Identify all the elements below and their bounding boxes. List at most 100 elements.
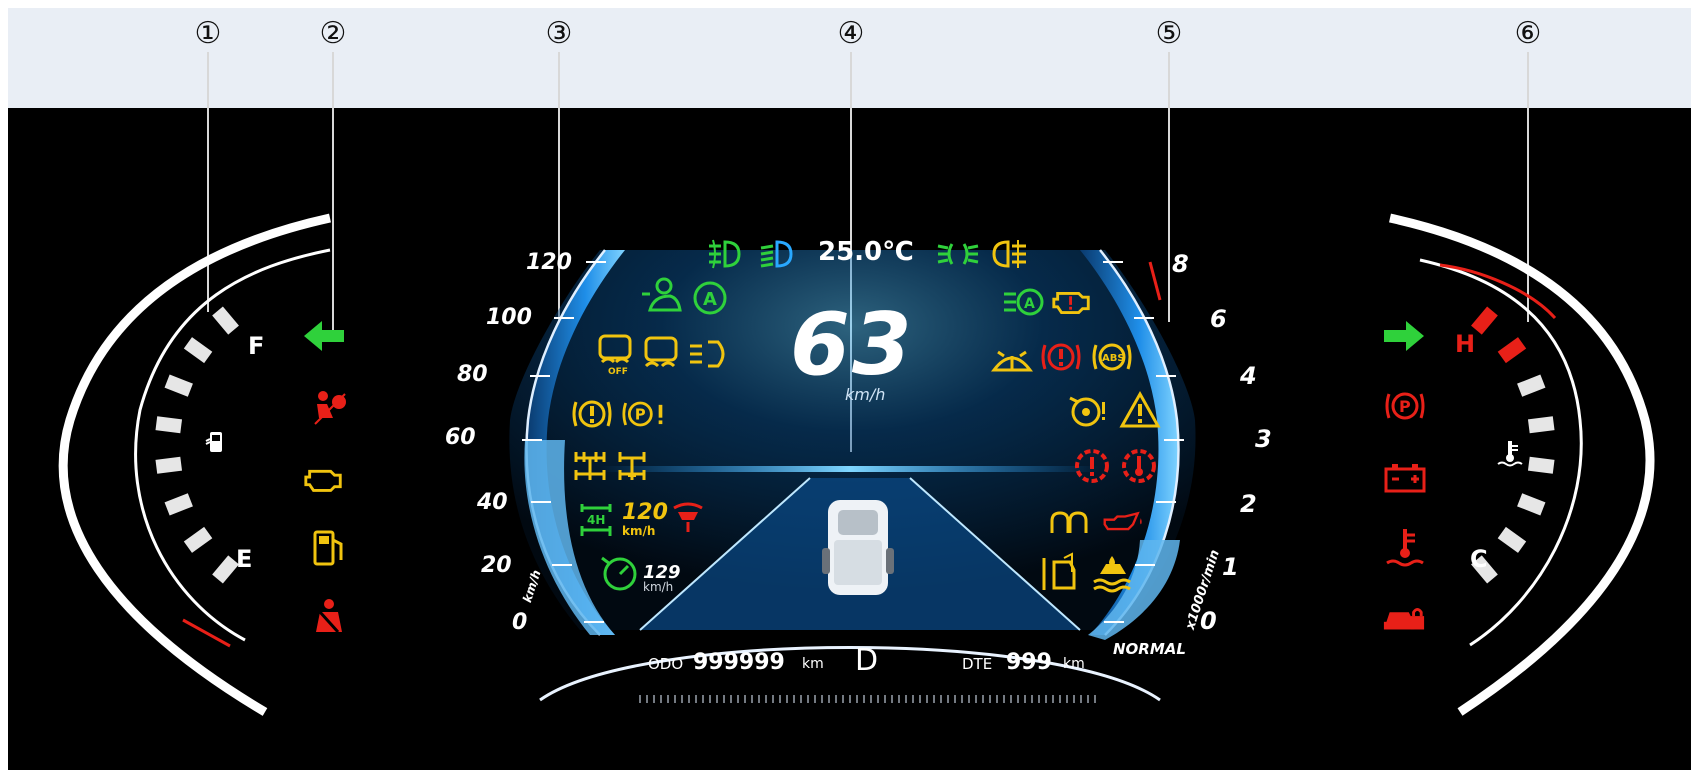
airbag-icon xyxy=(307,386,351,430)
driver-monitor-icon xyxy=(640,272,684,316)
tach-tick-2: 2 xyxy=(1240,490,1257,518)
outside-temperature: 25.0℃ xyxy=(818,237,914,267)
drive-mode-label: NORMAL xyxy=(1113,640,1186,658)
dte-label: DTE xyxy=(962,655,993,673)
fuel-empty-label: E xyxy=(236,545,253,573)
left-turn-icon xyxy=(302,314,346,358)
water-in-fuel-icon xyxy=(1090,552,1134,596)
position-light-icon xyxy=(936,232,980,276)
right-turn-icon xyxy=(1382,314,1426,358)
lane-assist-icon xyxy=(688,332,732,376)
odo-value: 999999 xyxy=(693,650,785,675)
tach-redline xyxy=(1148,261,1162,301)
fuel-full-label: F xyxy=(248,332,265,360)
4wd-low-icon xyxy=(568,444,612,488)
fuel-segment xyxy=(212,306,239,335)
gear-indicator: D xyxy=(855,643,879,678)
temp-segment xyxy=(1517,374,1546,397)
temp-segment xyxy=(1497,526,1527,553)
temp-segment xyxy=(1527,416,1555,434)
transmission-temp-icon xyxy=(1117,444,1161,488)
tach-tick-3: 3 xyxy=(1255,425,1272,453)
coolant-temp-icon xyxy=(1383,525,1427,569)
low-fuel-icon xyxy=(306,526,350,570)
speed-tick-40: 40 xyxy=(477,490,508,515)
svg-text:4H: 4H xyxy=(587,513,605,527)
speed-limit-unit: km/h xyxy=(643,580,674,594)
fuel-segment xyxy=(164,374,193,397)
auto-hold-icon: A xyxy=(688,276,732,320)
fuel-empty-redline xyxy=(182,618,231,648)
tach-tick-6: 6 xyxy=(1210,305,1227,333)
abs-icon: ABS xyxy=(1090,335,1134,379)
coolant-gauge-icon xyxy=(1488,432,1532,476)
temp-segment xyxy=(1497,337,1527,364)
speed-tick-0: 0 xyxy=(512,610,528,635)
transmission-fault-icon xyxy=(1070,444,1114,488)
speed-tick-100: 100 xyxy=(486,305,532,330)
auto-high-beam-icon: A xyxy=(1002,280,1046,324)
4h-icon: 4H xyxy=(574,498,618,542)
temp-segment xyxy=(1517,493,1546,516)
brake-warning-icon xyxy=(1039,335,1083,379)
car-icon xyxy=(822,500,894,595)
brake-fault-icon xyxy=(570,392,614,436)
cruise-set-speed-unit: km/h xyxy=(622,524,656,538)
svg-text:A: A xyxy=(703,289,717,310)
speed-tick-20: 20 xyxy=(481,553,512,578)
epb-fault-icon: P xyxy=(622,392,666,436)
svg-text:ABS: ABS xyxy=(1102,353,1125,364)
master-warning-icon xyxy=(1118,388,1162,432)
esc-icon xyxy=(640,332,684,376)
door-open-icon xyxy=(1040,552,1084,596)
esc-off-icon: OFF xyxy=(594,332,638,376)
4wd-lock-icon xyxy=(610,444,654,488)
speed-tick-120: 120 xyxy=(526,250,572,275)
tach-tick-4: 4 xyxy=(1240,362,1257,390)
battery-icon xyxy=(1383,456,1427,500)
fuel-segment xyxy=(164,493,193,516)
glow-plug-icon xyxy=(1048,502,1092,546)
bottom-scale xyxy=(639,695,1096,703)
svg-text:A: A xyxy=(1024,296,1035,312)
tach-tick-1: 1 xyxy=(1222,553,1239,581)
fuel-pump-icon xyxy=(196,420,240,464)
svg-text:P: P xyxy=(1399,397,1411,416)
hill-descent-icon xyxy=(666,496,710,540)
fuel-segment xyxy=(183,337,213,364)
cruise-set-speed: 120 xyxy=(622,500,668,525)
svg-text:OFF: OFF xyxy=(608,367,628,376)
tach-tick-8: 8 xyxy=(1172,250,1189,278)
digital-speed-unit: km/h xyxy=(845,385,886,404)
anti-theft-icon xyxy=(1382,596,1426,640)
speed-tick-80: 80 xyxy=(457,362,488,387)
odo-unit: km xyxy=(802,656,824,672)
odo-label: ODO xyxy=(648,655,684,673)
seatbelt-icon xyxy=(307,596,351,640)
temp-hot-label: H xyxy=(1455,330,1476,358)
speed-tick-60: 60 xyxy=(445,425,476,450)
fuel-segment xyxy=(183,526,213,553)
digital-speed: 63 xyxy=(790,295,914,395)
washer-fluid-icon xyxy=(990,336,1034,380)
left-frame-outer xyxy=(58,213,331,716)
dte-value: 999 xyxy=(1006,650,1052,675)
low-beam-icon xyxy=(755,232,799,276)
instrument-cluster-figure: ① ② ③ ④ ⑤ ⑥ F E H C 120 100 80 60 40 20 … xyxy=(0,0,1691,770)
temp-segment xyxy=(1471,306,1498,335)
temp-segment xyxy=(1527,456,1555,474)
temp-cold-label: C xyxy=(1470,545,1488,573)
svg-text:P: P xyxy=(635,407,646,424)
horizon-glow xyxy=(600,466,1100,472)
fuel-segment xyxy=(155,456,183,474)
engine-fault-icon xyxy=(1050,280,1094,324)
fuel-segment xyxy=(155,416,183,434)
rear-fog-light-icon xyxy=(988,232,1032,276)
engine-check-icon xyxy=(302,457,346,501)
front-fog-light-icon xyxy=(703,232,747,276)
speed-limit-icon xyxy=(598,550,642,594)
oil-pressure-icon xyxy=(1100,500,1144,544)
parking-brake-icon: P xyxy=(1383,384,1427,428)
dte-unit: km xyxy=(1063,656,1085,672)
eps-icon xyxy=(1066,388,1110,432)
